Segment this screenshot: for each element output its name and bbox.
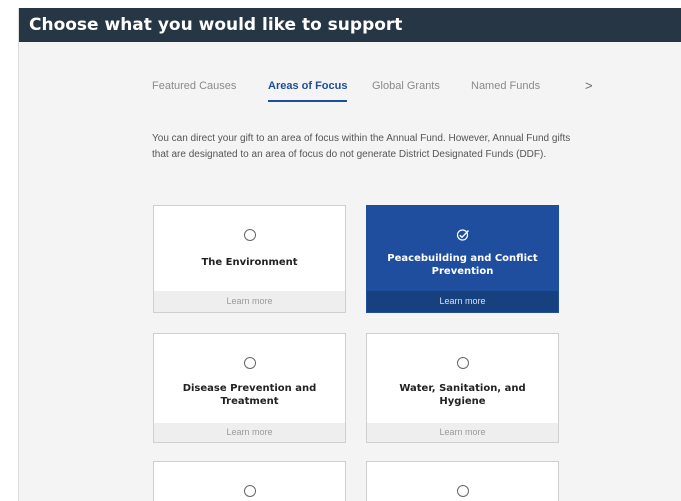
learn-more-link[interactable]: Learn more xyxy=(367,423,558,442)
card-title: Disease Prevention and Treatment xyxy=(182,383,317,407)
card-title: Water, Sanitation, and Hygiene xyxy=(399,383,526,407)
learn-more-link[interactable]: Learn more xyxy=(154,423,345,442)
tab-featured-causes[interactable]: Featured Causes xyxy=(152,76,236,106)
card-peacebuilding-and-conflict-prevention[interactable]: Peacebuilding and Conflict Prevention Le… xyxy=(366,205,559,313)
radio-empty-icon[interactable] xyxy=(367,356,558,372)
learn-more-link[interactable]: Learn more xyxy=(367,291,558,312)
radio-empty-icon[interactable] xyxy=(154,484,345,500)
radio-empty-icon[interactable] xyxy=(154,356,345,372)
card-partial-right[interactable] xyxy=(366,461,559,501)
radio-empty-icon[interactable] xyxy=(154,228,345,244)
card-disease-prevention-and-treatment[interactable]: Disease Prevention and Treatment Learn m… xyxy=(153,333,346,443)
page-title: Choose what you would like to support xyxy=(19,8,681,42)
page: Choose what you would like to support Fe… xyxy=(0,0,681,501)
learn-more-link[interactable]: Learn more xyxy=(154,291,345,312)
tab-areas-of-focus[interactable]: Areas of Focus xyxy=(268,76,348,106)
card-partial-left[interactable] xyxy=(153,461,346,501)
card-the-environment[interactable]: The Environment Learn more xyxy=(153,205,346,313)
chevron-right-icon[interactable]: > xyxy=(585,76,593,96)
check-circle-icon[interactable] xyxy=(367,228,558,244)
card-water-sanitation-and-hygiene[interactable]: Water, Sanitation, and Hygiene Learn mor… xyxy=(366,333,559,443)
radio-empty-icon[interactable] xyxy=(367,484,558,500)
tab-global-grants[interactable]: Global Grants xyxy=(372,76,440,106)
support-panel: Choose what you would like to support Fe… xyxy=(18,8,681,501)
card-title: Peacebuilding and Conflict Prevention xyxy=(387,253,538,277)
card-title: The Environment xyxy=(201,257,298,268)
intro-text: You can direct your gift to an area of f… xyxy=(152,133,571,160)
focus-tabs: Featured Causes Areas of Focus Global Gr… xyxy=(152,76,593,112)
tab-named-funds[interactable]: Named Funds xyxy=(471,76,540,106)
